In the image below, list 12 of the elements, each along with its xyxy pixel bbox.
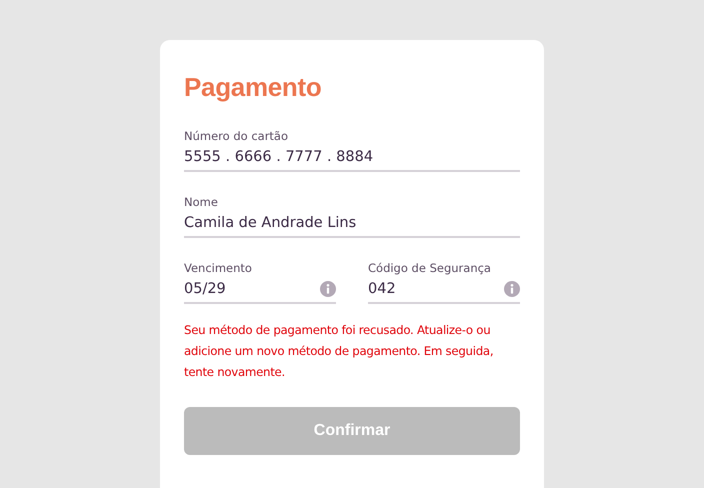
field-label: Nome [184,194,219,210]
field-label: Vencimento [184,260,253,276]
input-field[interactable]: 05/29 [184,276,312,302]
error-message: Seu método de pagamento foi recusado. Atualize-o ou adicione um novo método de pagamento. Em seguida, tente novamente. [184,322,494,381]
info-icon[interactable] [320,281,336,297]
field-label: Código de Segurança [368,260,492,276]
info-icon[interactable] [504,281,520,297]
field-label: Número do cartão [184,128,290,144]
input-field[interactable]: Camila de Andrade Lins [184,210,520,236]
input-field[interactable]: 042 [368,276,496,302]
page-title: Pagamento [184,71,322,104]
input-field[interactable]: 5555 . 6666 . 7777 . 8884 [184,144,520,170]
